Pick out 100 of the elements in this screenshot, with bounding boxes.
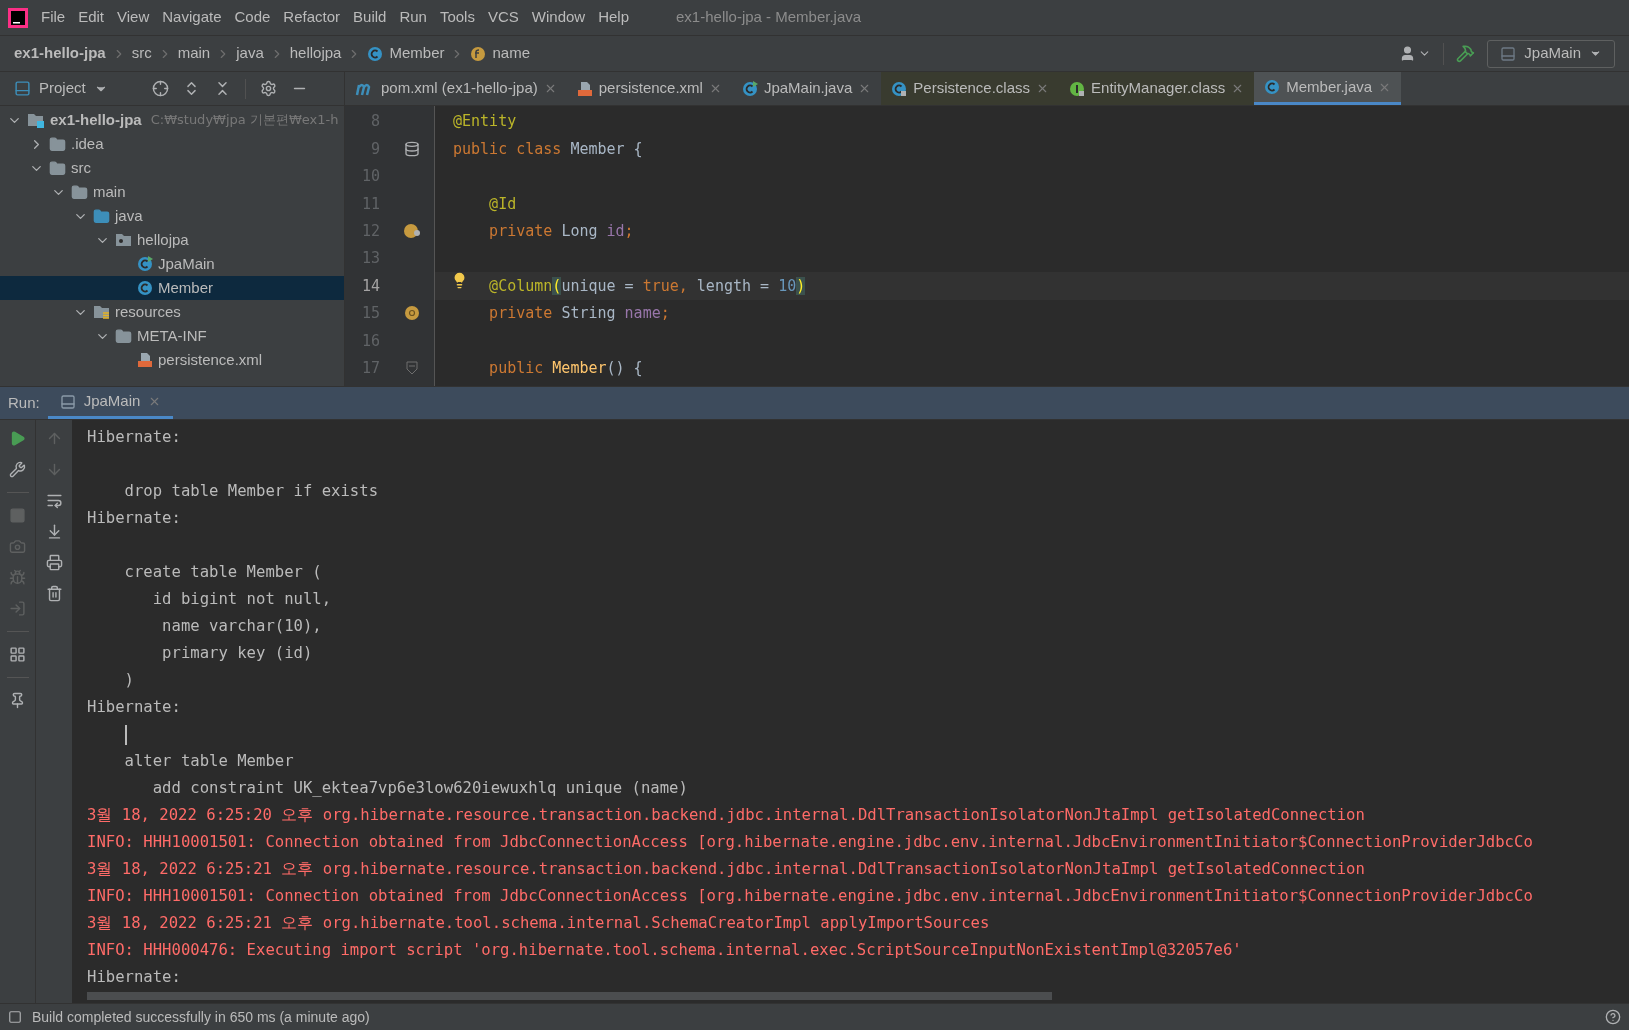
field-icon <box>470 45 487 62</box>
xml-file-icon <box>137 352 153 368</box>
code-line: @Id <box>488 193 517 215</box>
tab-label: EntityManager.class <box>1091 78 1226 99</box>
tree-item-label: src <box>71 157 91 178</box>
code-line: public Member() { <box>488 357 643 379</box>
breadcrumb[interactable]: java <box>236 42 264 65</box>
tree-item[interactable]: JpaMain <box>0 252 344 276</box>
window-title: ex1-hello-jpa - Member.java <box>676 7 862 28</box>
menu-item[interactable]: VCS <box>487 6 519 29</box>
soft-wrap-icon[interactable] <box>45 492 63 509</box>
wrench-icon[interactable] <box>9 461 26 478</box>
hammer-icon[interactable] <box>1456 44 1476 63</box>
breadcrumb[interactable]: main <box>177 42 211 65</box>
tree-item[interactable]: .idea <box>0 132 344 156</box>
folder-icon <box>93 207 110 225</box>
menu-item[interactable]: Refactor <box>283 6 341 29</box>
tab-label: Member.java <box>1286 76 1373 97</box>
class-icon <box>741 80 758 97</box>
editor-tab[interactable]: Persistence.class <box>881 72 1060 105</box>
layout-icon[interactable] <box>9 646 26 663</box>
menu-item[interactable]: File <box>41 6 66 29</box>
fold-icon[interactable] <box>406 361 418 376</box>
console-line: Hibernate: <box>87 507 181 529</box>
menu-item[interactable]: Window <box>531 6 586 29</box>
editor-tab[interactable]: persistence.xml <box>566 72 732 105</box>
breadcrumb[interactable]: Member <box>389 42 445 65</box>
menu-item[interactable]: Edit <box>78 6 105 29</box>
editor-tab[interactable]: EntityManager.class <box>1059 72 1255 105</box>
xml-file-icon <box>576 80 593 97</box>
tab-label: persistence.xml <box>598 78 703 99</box>
tree-item[interactable]: src <box>0 156 344 180</box>
settings-icon[interactable] <box>259 80 277 97</box>
folder-icon <box>49 135 66 153</box>
console-error-line: INFO: HHH000476: Executing import script 'org.hibernate.tool.schema.internal.exec.ScriptSourceInputNonExistentImpl@32057e6' <box>87 939 1242 961</box>
tree-item[interactable]: resources <box>0 300 344 324</box>
code-line: public class Member { <box>453 138 643 160</box>
panel-toggle-icon[interactable] <box>8 1010 22 1024</box>
resources-folder-icon <box>93 304 110 320</box>
module-folder-icon <box>27 112 45 128</box>
tree-item-label: hellojpa <box>137 229 189 250</box>
tree-item-label: JpaMain <box>158 253 215 274</box>
tree-item[interactable]: ex1-hello-jpa C:₩study₩jpa 기본편₩ex1-h <box>0 108 344 132</box>
breadcrumb[interactable]: hellojpa <box>289 42 342 65</box>
tree-item[interactable]: persistence.xml <box>0 348 344 372</box>
tree-item-label: .idea <box>71 133 104 154</box>
tree-item[interactable]: Member <box>0 276 344 300</box>
console-line: Hibernate: <box>87 426 181 448</box>
editor-tab[interactable]: JpaMain.java <box>731 72 882 105</box>
tab-label: pom.xml (ex1-hello-jpa) <box>381 78 538 99</box>
tree-item[interactable]: hellojpa <box>0 228 344 252</box>
menu-item[interactable]: View <box>117 6 150 29</box>
panel-title[interactable]: Project <box>39 77 86 100</box>
class-icon <box>1264 79 1281 95</box>
console-line: id bigint not null, <box>151 588 332 610</box>
horizontal-scrollbar[interactable] <box>87 992 1052 1000</box>
menu-item[interactable]: Navigate <box>162 6 222 29</box>
database-icon[interactable] <box>404 141 420 158</box>
tab-label: JpaMain <box>83 391 141 412</box>
line-number: 14 <box>360 275 380 297</box>
console-line: name varchar(10), <box>161 615 322 637</box>
folder-icon <box>71 183 88 201</box>
breadcrumb[interactable]: ex1-hello-jpa <box>14 42 106 65</box>
printer-icon[interactable] <box>45 554 63 571</box>
class-icon <box>367 45 384 62</box>
project-panel-icon <box>14 80 31 97</box>
run-configuration-dropdown[interactable]: JpaMain <box>1487 39 1615 68</box>
field-icon[interactable] <box>404 305 420 322</box>
run-tab[interactable]: JpaMain <box>47 387 174 419</box>
tree-item[interactable]: META-INF <box>0 324 344 348</box>
breadcrumb[interactable]: src <box>131 42 152 65</box>
package-icon <box>115 232 132 248</box>
editor-tab[interactable]: pom.xml (ex1-hello-jpa) <box>345 72 567 105</box>
tree-item[interactable]: main <box>0 180 344 204</box>
menu-item[interactable]: Tools <box>439 6 475 29</box>
status-message: Build completed successfully in 650 ms (a minute ago) <box>32 1007 370 1027</box>
help-icon[interactable] <box>1605 1009 1621 1025</box>
menu-item[interactable]: Code <box>234 6 271 29</box>
play-icon[interactable] <box>9 430 26 447</box>
interface-icon <box>1069 80 1086 97</box>
pin-icon[interactable] <box>9 692 26 709</box>
tree-item-label: ex1-hello-jpa <box>50 109 142 130</box>
console-icon <box>59 393 76 410</box>
id-field-icon[interactable] <box>403 223 421 240</box>
code-line: private Long id; <box>488 221 634 242</box>
menu-item[interactable]: Help <box>598 6 630 29</box>
console-error-line: 3월 18, 2022 6:25:21 오후 org.hibernate.tool.schema.internal.SchemaCreatorImpl applyImportSources <box>87 912 990 934</box>
crosshair-icon[interactable] <box>151 80 169 97</box>
tree-item[interactable]: java <box>0 204 344 228</box>
console-error-line: INFO: HHH10001501: Connection obtained from JdbcConnectionAccess [org.hibernate.engine.jdbc.env.internal.JdbcEnvironmentInitiator$ConnectionProviderJdbcCo <box>87 885 1533 907</box>
code-line: @Entity <box>453 111 517 133</box>
console-line: ) <box>123 669 134 691</box>
menu-item[interactable]: Build <box>353 6 387 29</box>
breadcrumb[interactable]: name <box>492 42 530 65</box>
menu-item[interactable]: Run <box>399 6 427 29</box>
editor-tab[interactable]: Member.java <box>1254 72 1402 105</box>
path-hint: C:₩study₩jpa 기본편₩ex1-h <box>150 111 339 130</box>
console-error-line: 3월 18, 2022 6:25:20 오후 org.hibernate.resource.transaction.backend.jdbc.internal.DdlTransactionIsolatorNonJtaImpl getIsolatedConnection <box>87 804 1365 826</box>
tree-item-label: main <box>93 181 126 202</box>
trash-icon[interactable] <box>45 585 63 602</box>
